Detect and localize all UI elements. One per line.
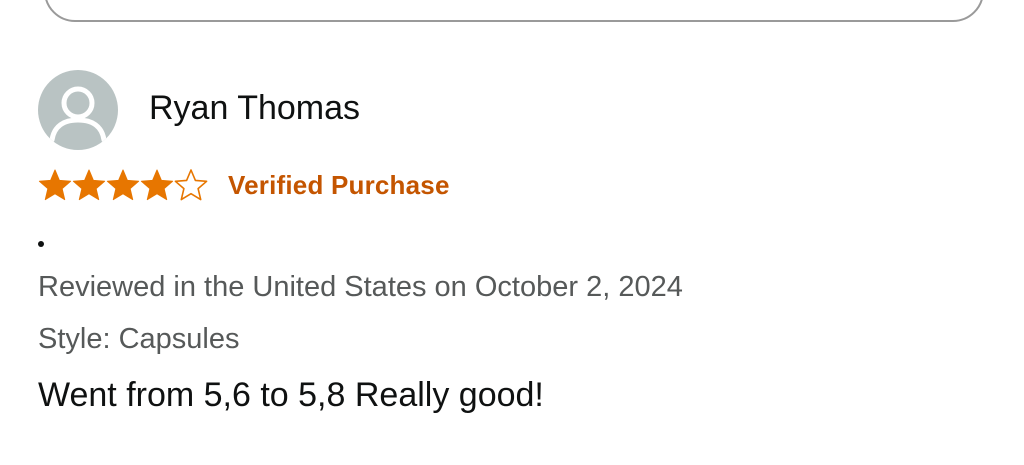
star-filled-icon (38, 169, 72, 201)
review-body: Went from 5,6 to 5,8 Really good! (38, 376, 544, 414)
review-date: Reviewed in the United States on October… (38, 271, 683, 303)
star-filled-icon (106, 169, 140, 201)
user-avatar-icon (38, 70, 118, 150)
product-style: Style: Capsules (38, 323, 240, 355)
reviewer-name: Ryan Thomas (149, 89, 361, 127)
review-card: Ryan Thomas Verified Purchase Reviewed i… (38, 70, 978, 415)
star-empty-icon (174, 169, 208, 201)
verified-purchase-badge: Verified Purchase (228, 169, 450, 200)
star-rating[interactable] (38, 168, 208, 202)
star-filled-icon (72, 169, 106, 201)
bullet-separator (38, 241, 44, 247)
search-box-partial[interactable] (44, 0, 984, 22)
rating-row: Verified Purchase (38, 165, 978, 205)
reviewer-profile[interactable]: Ryan Thomas (38, 70, 978, 150)
review-page: Ryan Thomas Verified Purchase Reviewed i… (0, 0, 1024, 465)
star-filled-icon (140, 169, 174, 201)
